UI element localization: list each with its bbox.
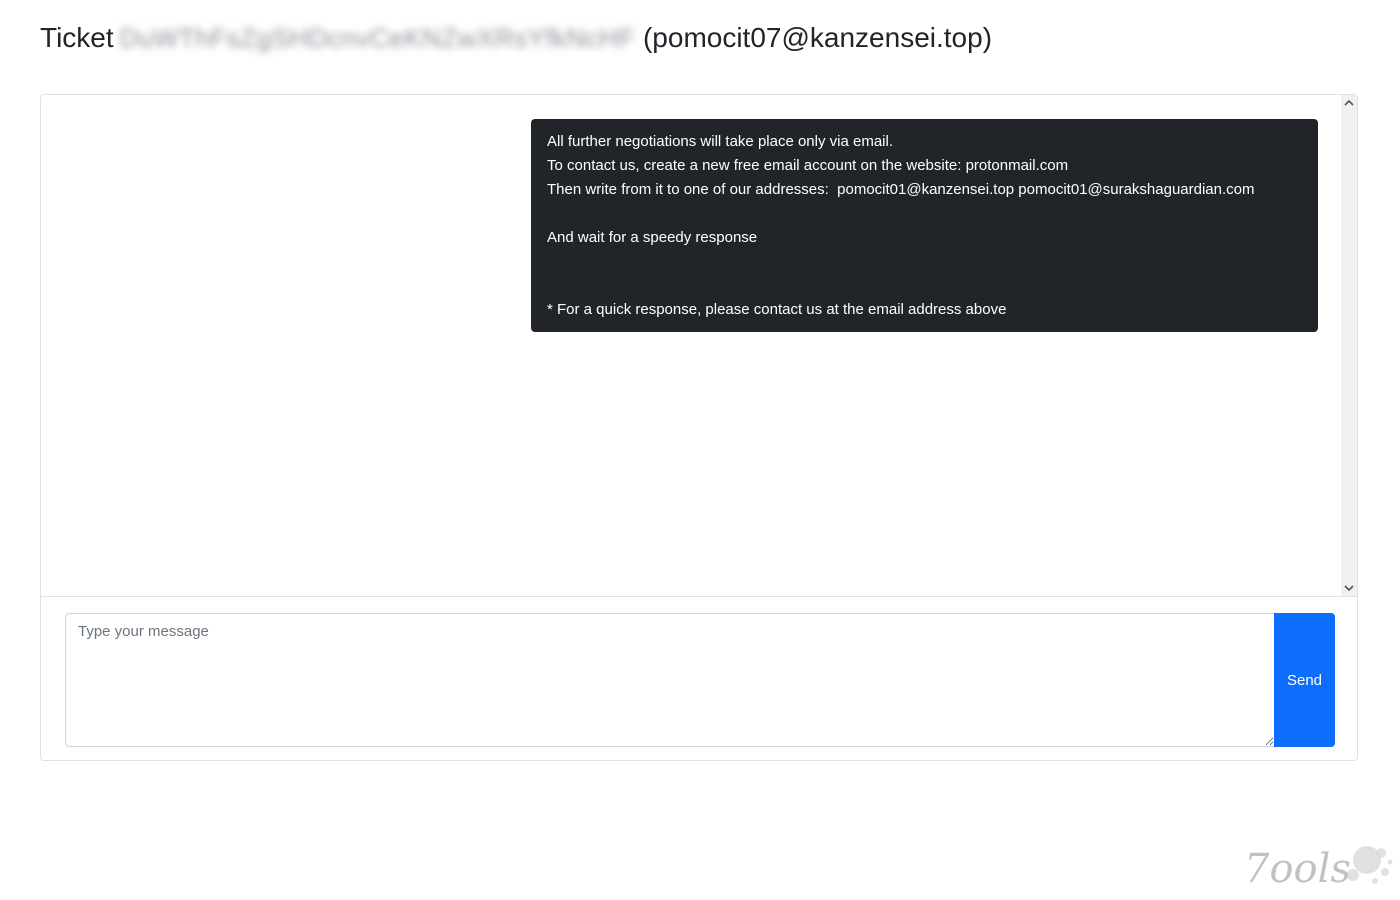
watermark-logo: 7ools [1240, 838, 1395, 894]
message-line: To contact us, create a new free email a… [547, 157, 1069, 174]
page-title: Ticket DuWThFsZgSHDcnvCeKNZwXRsYfkNcHF (… [40, 20, 992, 56]
message-composer: Send [41, 597, 1357, 760]
watermark-text: 7ools [1244, 846, 1351, 892]
scroll-down-icon[interactable] [1341, 580, 1357, 596]
message-line: And wait for a speedy response [547, 229, 758, 246]
message-line [547, 274, 1302, 298]
ticket-id-blurred: DuWThFsZgSHDcnvCeKNZwXRsYfkNcHF [119, 23, 635, 53]
chat-messages-panel[interactable]: All further negotiations will take place… [41, 95, 1357, 597]
message-line [547, 250, 1302, 274]
chat-card: All further negotiations will take place… [40, 94, 1358, 761]
watermark-splash-icon: 7ools [1244, 846, 1393, 892]
message-line: * For a quick response, please contact u… [547, 301, 1007, 318]
contact-email: (pomocit07@kanzensei.top) [642, 22, 993, 53]
send-button[interactable]: Send [1274, 613, 1335, 747]
message-line: All further negotiations will take place… [547, 133, 894, 150]
message-line [547, 202, 1302, 226]
message-bubble: All further negotiations will take place… [531, 119, 1318, 332]
message-input[interactable] [65, 613, 1275, 747]
ticket-label: Ticket [40, 22, 114, 53]
scroll-up-icon[interactable] [1341, 95, 1357, 111]
message-line: Then write from it to one of our address… [547, 181, 1255, 198]
scrollbar[interactable] [1341, 95, 1357, 596]
